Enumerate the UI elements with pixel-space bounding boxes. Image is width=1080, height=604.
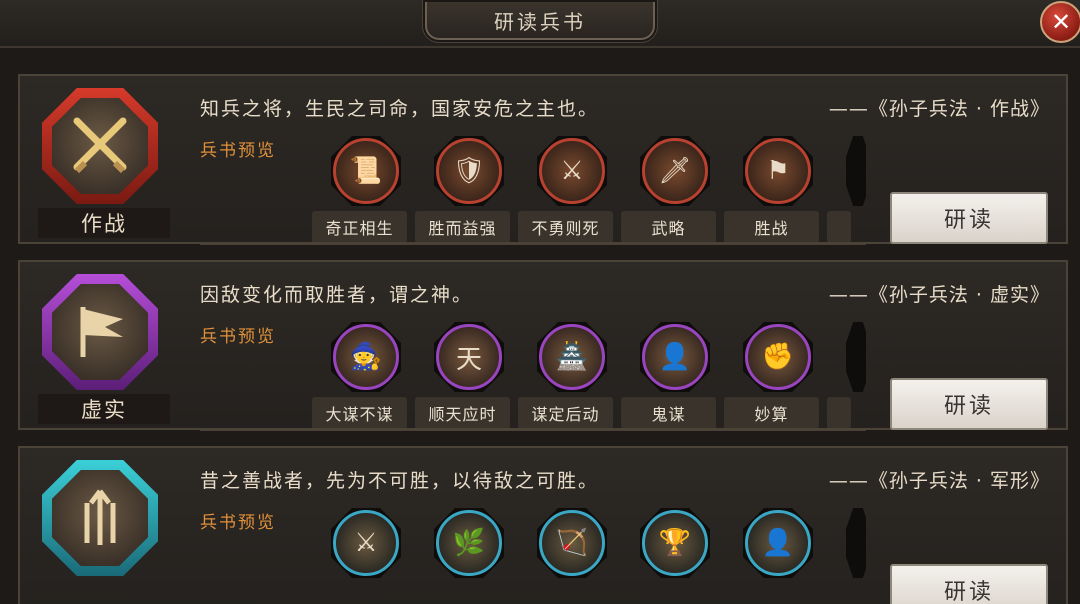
- skill-item[interactable]: ⚔ 不勇则死: [516, 130, 619, 242]
- skill-name: 顺天应时: [415, 397, 510, 428]
- book-name: 虚实: [38, 394, 170, 424]
- skill-item[interactable]: ✊ 妙算: [722, 316, 825, 428]
- heaven-scroll-icon: 天: [434, 322, 504, 392]
- preview-label: 兵书预览: [200, 513, 276, 533]
- skill-item-partial[interactable]: [825, 316, 866, 428]
- skill-name: 胜战: [724, 211, 819, 242]
- skill-name: 大谋不谋: [312, 397, 407, 428]
- book-source: ——《孙子兵法 · 作战》: [828, 98, 1050, 120]
- preview-label: 兵书预览: [200, 141, 276, 161]
- top-bar: 研读兵书 ✕: [0, 0, 1080, 48]
- skill-name: 妙算: [724, 397, 819, 428]
- book-source: ——《孙子兵法 · 军形》: [828, 470, 1050, 492]
- book-quote: 知兵之将，生民之司命，国家安危之主也。: [200, 98, 600, 120]
- charge-icon: 🏹: [537, 508, 607, 578]
- book-emblem[interactable]: 虚实: [38, 274, 170, 424]
- skill-item[interactable]: 👤: [722, 502, 825, 604]
- book-source: ——《孙子兵法 · 虚实》: [828, 284, 1050, 306]
- skill-item-partial[interactable]: [825, 502, 866, 604]
- read-button[interactable]: 研读: [890, 378, 1048, 430]
- war-banner-icon: [52, 284, 148, 380]
- skill-list: ⚔ 🌿 🏹 🏆 👤: [310, 502, 866, 604]
- divider: [200, 430, 866, 431]
- skill-list: 🧙 大谋不谋 天顺天应时 🏯 谋定后动 👤 鬼谋 ✊ 妙算: [310, 316, 866, 428]
- banner-icon: ⚑: [743, 136, 813, 206]
- preview-label: 兵书预览: [200, 327, 276, 347]
- read-button[interactable]: 研读: [890, 564, 1048, 604]
- skill-item[interactable]: 🛡 胜而益强: [413, 130, 516, 242]
- window-title: 研读兵书: [425, 2, 655, 40]
- skill-item[interactable]: 天顺天应时: [413, 316, 516, 428]
- troops-icon: ⚔: [331, 508, 401, 578]
- book-name: 作战: [38, 208, 170, 238]
- goblet-icon: 🏆: [640, 508, 710, 578]
- scroll-icon: 📜: [331, 136, 401, 206]
- skill-name: 奇正相生: [312, 211, 407, 242]
- skill-item[interactable]: 📜 奇正相生: [310, 130, 413, 242]
- divider: [200, 244, 866, 245]
- skill-list: 📜 奇正相生 🛡 胜而益强 ⚔ 不勇则死 🗡 武略 ⚑ 胜战: [310, 130, 866, 242]
- skill-item[interactable]: ⚑ 胜战: [722, 130, 825, 242]
- book-emblem[interactable]: [38, 460, 170, 604]
- skill-name: 鬼谋: [621, 397, 716, 428]
- plant-icon: 🌿: [434, 508, 504, 578]
- book-card-junxing: 昔之善战者，先为不可胜，以待敌之可胜。 ——《孙子兵法 · 军形》 兵书预览 ⚔…: [18, 446, 1068, 604]
- book-quote: 昔之善战者，先为不可胜，以待敌之可胜。: [200, 470, 600, 492]
- skill-name: 不勇则死: [518, 211, 613, 242]
- crossed-swords-icon: [52, 98, 148, 194]
- book-list[interactable]: 作战 知兵之将，生民之司命，国家安危之主也。 ——《孙子兵法 · 作战》 兵书预…: [14, 70, 1072, 604]
- warrior-icon: 🛡: [434, 136, 504, 206]
- advisor-icon: 👤: [640, 322, 710, 392]
- read-button[interactable]: 研读: [890, 192, 1048, 244]
- book-quote: 因敌变化而取胜者，谓之神。: [200, 284, 474, 306]
- general-icon: ⚔: [537, 136, 607, 206]
- skill-name: 谋定后动: [518, 397, 613, 428]
- skill-item[interactable]: 🏯 谋定后动: [516, 316, 619, 428]
- skill-item[interactable]: 👤 鬼谋: [619, 316, 722, 428]
- skill-name: 胜而益强: [415, 211, 510, 242]
- skill-item[interactable]: 🧙 大谋不谋: [310, 316, 413, 428]
- strategist-icon: 🧙: [331, 322, 401, 392]
- skill-name: 武略: [621, 211, 716, 242]
- official-icon: 👤: [743, 508, 813, 578]
- skill-item[interactable]: 🗡 武略: [619, 130, 722, 242]
- close-icon[interactable]: ✕: [1040, 1, 1080, 43]
- book-card-zuozhan: 作战 知兵之将，生民之司命，国家安危之主也。 ——《孙子兵法 · 作战》 兵书预…: [18, 74, 1068, 245]
- skill-item[interactable]: 🏆: [619, 502, 722, 604]
- scheme-icon: 🏯: [537, 322, 607, 392]
- skill-item-partial[interactable]: [825, 130, 866, 242]
- skill-item[interactable]: ⚔: [310, 502, 413, 604]
- book-emblem[interactable]: 作战: [38, 88, 170, 238]
- formation-arrows-icon: [52, 470, 148, 566]
- sword-icon: 🗡: [640, 136, 710, 206]
- book-card-xushi: 虚实 因敌变化而取胜者，谓之神。 ——《孙子兵法 · 虚实》 兵书预览 🧙 大谋不…: [18, 260, 1068, 431]
- fist-icon: ✊: [743, 322, 813, 392]
- skill-item[interactable]: 🏹: [516, 502, 619, 604]
- skill-item[interactable]: 🌿: [413, 502, 516, 604]
